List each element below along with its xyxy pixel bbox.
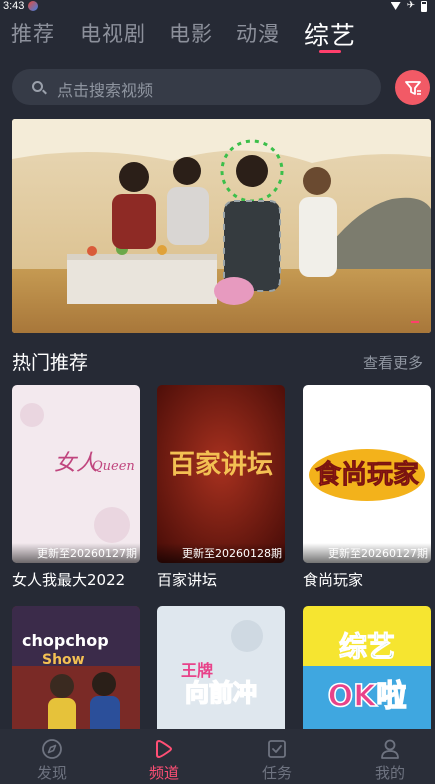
nav-item-profile[interactable]: 我的: [350, 729, 430, 784]
search-placeholder: 点击搜索视频: [57, 81, 154, 100]
filter-button[interactable]: [395, 70, 430, 105]
search-icon: [32, 81, 43, 92]
nav-label: 发现: [36, 764, 67, 782]
active-tab-indicator: [319, 50, 341, 53]
status-time: 3:43: [3, 0, 25, 12]
poster-image: 女人 Queen: [12, 385, 140, 563]
show-title: 女人我最大2022: [12, 571, 126, 589]
tab-tv-series[interactable]: 电视剧: [80, 18, 146, 48]
bottom-nav: 发现 频道 任务 我的: [0, 729, 435, 784]
nav-label: 频道: [148, 764, 179, 782]
banner-image: [12, 119, 431, 333]
filter-icon: [404, 80, 421, 95]
update-badge: 更新至20260128期: [157, 543, 285, 563]
nav-item-channel[interactable]: 频道: [124, 729, 204, 784]
banner-carousel[interactable]: [12, 119, 431, 333]
carousel-indicator: [411, 321, 419, 323]
section-title: 热门推荐: [12, 352, 89, 374]
status-bar: 3:43 ✈: [0, 0, 435, 14]
show-card[interactable]: 女人 Queen 更新至20260127期 女人我最大2022: [12, 385, 140, 589]
svg-text:Show: Show: [42, 652, 85, 668]
task-icon: [265, 737, 289, 761]
nav-label: 任务: [261, 764, 292, 782]
show-poster: 女人 Queen 更新至20260127期: [12, 385, 140, 563]
compass-icon: [40, 737, 64, 761]
category-tabs: 推荐 电视剧 电影 动漫 综艺: [0, 18, 435, 58]
show-card[interactable]: 食尚玩家 更新至20260127期 食尚玩家: [303, 385, 431, 589]
nav-label: 我的: [374, 764, 405, 782]
tab-variety[interactable]: 综艺: [304, 16, 356, 52]
show-card[interactable]: 百家讲坛 更新至20260128期 百家讲坛: [157, 385, 285, 589]
poster-title-text: 向前冲: [185, 679, 257, 707]
tab-anime[interactable]: 动漫: [236, 18, 280, 48]
poster-title-text: 食尚玩家: [315, 459, 419, 490]
battery-icon: [421, 0, 427, 12]
svg-text:王牌: 王牌: [181, 661, 213, 680]
poster-image: 食尚玩家: [303, 385, 431, 563]
tab-recommend[interactable]: 推荐: [11, 18, 55, 48]
show-title: 食尚玩家: [303, 571, 364, 589]
see-more-link[interactable]: 查看更多: [363, 352, 423, 373]
update-badge: 更新至20260127期: [303, 543, 431, 563]
nav-item-discover[interactable]: 发现: [12, 729, 92, 784]
show-title: 百家讲坛: [157, 571, 218, 589]
tab-movies[interactable]: 电影: [169, 18, 213, 48]
status-icons: ✈: [390, 0, 427, 12]
search-input[interactable]: 点击搜索视频: [12, 69, 381, 105]
poster-title-text: 百家讲坛: [169, 449, 273, 480]
wifi-icon: [390, 2, 401, 10]
poster-image: 百家讲坛: [157, 385, 285, 563]
play-icon: [152, 737, 176, 761]
svg-text:Queen: Queen: [92, 459, 135, 474]
update-badge: 更新至20260127期: [12, 543, 140, 563]
show-poster: 百家讲坛 更新至20260128期: [157, 385, 285, 563]
app-notification-icon: [28, 1, 38, 11]
airplane-icon: ✈: [406, 0, 415, 11]
svg-text:OK啦: OK啦: [328, 679, 407, 714]
poster-title-text: chopchop: [22, 631, 109, 650]
show-poster: 食尚玩家 更新至20260127期: [303, 385, 431, 563]
poster-title-text: 综艺: [339, 630, 395, 663]
user-icon: [378, 737, 402, 761]
nav-item-tasks[interactable]: 任务: [237, 729, 317, 784]
